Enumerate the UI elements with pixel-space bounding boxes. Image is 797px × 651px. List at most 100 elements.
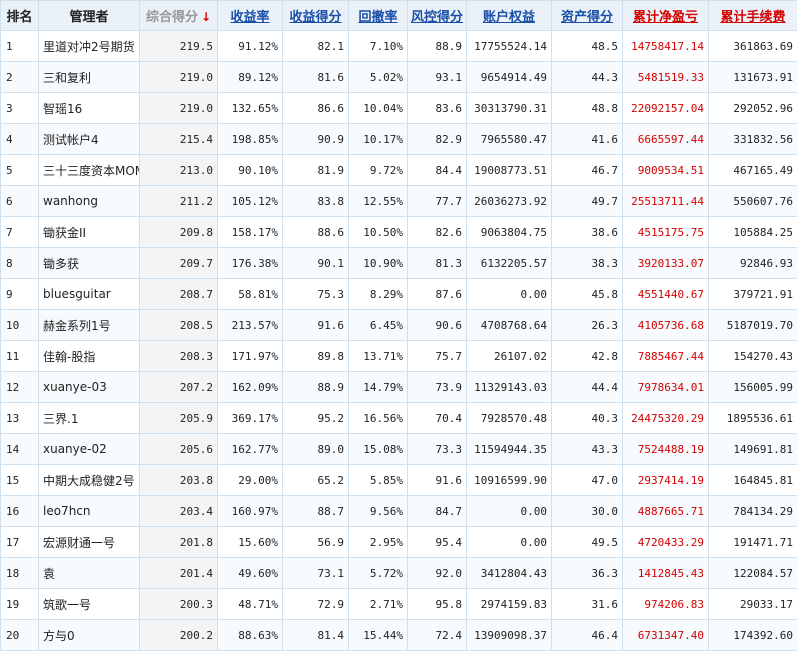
col-header-fees-label: 累计手续费 <box>720 10 785 25</box>
cell-drawdown: 15.44% <box>349 620 408 651</box>
cell-fees: 191471.71 <box>709 527 797 558</box>
cell-risk-score: 92.0 <box>408 558 467 589</box>
cell-net-pnl: 6731347.40 <box>623 620 709 651</box>
col-header-fees[interactable]: 累计手续费 <box>709 1 797 31</box>
cell-drawdown: 14.79% <box>349 372 408 403</box>
col-header-composite[interactable]: 综合得分↓ <box>140 1 218 31</box>
cell-equity: 10916599.90 <box>467 465 552 496</box>
col-header-equity[interactable]: 账户权益 <box>467 1 552 31</box>
col-header-return-score[interactable]: 收益得分 <box>283 1 349 31</box>
cell-fees: 361863.69 <box>709 31 797 62</box>
cell-manager[interactable]: 三十三度资本MOM <box>39 155 140 186</box>
cell-return-score: 81.6 <box>283 62 349 93</box>
cell-return-score: 83.8 <box>283 186 349 217</box>
cell-manager[interactable]: 锄获金II <box>39 217 140 248</box>
cell-asset-score: 42.8 <box>552 341 623 372</box>
cell-rank: 3 <box>1 93 39 124</box>
cell-equity: 7928570.48 <box>467 403 552 434</box>
cell-manager[interactable]: 里道对冲2号期货 <box>39 31 140 62</box>
cell-manager[interactable]: 锄多获 <box>39 248 140 279</box>
cell-equity: 3412804.43 <box>467 558 552 589</box>
col-header-asset-score[interactable]: 资产得分 <box>552 1 623 31</box>
cell-manager[interactable]: 袁 <box>39 558 140 589</box>
cell-drawdown: 8.29% <box>349 279 408 310</box>
cell-return-rate: 105.12% <box>218 186 283 217</box>
cell-risk-score: 95.4 <box>408 527 467 558</box>
cell-manager[interactable]: wanhong <box>39 186 140 217</box>
cell-equity: 11594944.35 <box>467 434 552 465</box>
cell-equity: 13909098.37 <box>467 620 552 651</box>
cell-fees: 149691.81 <box>709 434 797 465</box>
col-header-net-pnl[interactable]: 累计净盈亏 <box>623 1 709 31</box>
cell-drawdown: 10.17% <box>349 124 408 155</box>
cell-risk-score: 82.6 <box>408 217 467 248</box>
cell-asset-score: 30.0 <box>552 496 623 527</box>
cell-manager[interactable]: xuanye-02 <box>39 434 140 465</box>
cell-manager[interactable]: 赫金系列1号 <box>39 310 140 341</box>
cell-net-pnl: 24475320.29 <box>623 403 709 434</box>
cell-net-pnl: 2937414.19 <box>623 465 709 496</box>
col-header-return-rate[interactable]: 收益率 <box>218 1 283 31</box>
cell-manager[interactable]: 智瑶16 <box>39 93 140 124</box>
cell-drawdown: 10.04% <box>349 93 408 124</box>
cell-drawdown: 9.72% <box>349 155 408 186</box>
cell-rank: 2 <box>1 62 39 93</box>
cell-equity: 7965580.47 <box>467 124 552 155</box>
table-row: 18袁201.449.60%73.15.72%92.03412804.4336.… <box>1 558 797 589</box>
col-header-drawdown[interactable]: 回撤率 <box>349 1 408 31</box>
cell-fees: 467165.49 <box>709 155 797 186</box>
cell-rank: 12 <box>1 372 39 403</box>
cell-manager[interactable]: xuanye-03 <box>39 372 140 403</box>
cell-return-score: 56.9 <box>283 527 349 558</box>
cell-asset-score: 46.7 <box>552 155 623 186</box>
cell-asset-score: 31.6 <box>552 589 623 620</box>
cell-composite: 219.0 <box>140 93 218 124</box>
cell-composite: 208.3 <box>140 341 218 372</box>
cell-composite: 215.4 <box>140 124 218 155</box>
ranking-table: 排名 管理者 综合得分↓ 收益率 收益得分 回撤率 风控得分 账户权益 资产得分… <box>0 0 797 651</box>
cell-return-score: 90.1 <box>283 248 349 279</box>
cell-manager[interactable]: 佳翰-股指 <box>39 341 140 372</box>
cell-asset-score: 45.8 <box>552 279 623 310</box>
cell-manager[interactable]: bluesguitar <box>39 279 140 310</box>
cell-manager[interactable]: 宏源财通一号 <box>39 527 140 558</box>
cell-composite: 211.2 <box>140 186 218 217</box>
table-row: 5三十三度资本MOM213.090.10%81.99.72%84.4190087… <box>1 155 797 186</box>
table-row: 9bluesguitar208.758.81%75.38.29%87.60.00… <box>1 279 797 310</box>
cell-equity: 9654914.49 <box>467 62 552 93</box>
cell-return-rate: 160.97% <box>218 496 283 527</box>
cell-manager[interactable]: leo7hcn <box>39 496 140 527</box>
cell-manager[interactable]: 测试帐户4 <box>39 124 140 155</box>
cell-manager[interactable]: 筑歌一号 <box>39 589 140 620</box>
cell-manager[interactable]: 三和复利 <box>39 62 140 93</box>
col-header-asset-score-label: 资产得分 <box>561 10 613 25</box>
col-header-return-score-label: 收益得分 <box>289 10 341 25</box>
cell-return-score: 89.8 <box>283 341 349 372</box>
cell-manager[interactable]: 中期大成稳健2号 <box>39 465 140 496</box>
cell-asset-score: 44.4 <box>552 372 623 403</box>
cell-equity: 0.00 <box>467 527 552 558</box>
cell-fees: 174392.60 <box>709 620 797 651</box>
col-header-rank-label: 排名 <box>6 10 32 25</box>
cell-return-rate: 89.12% <box>218 62 283 93</box>
col-header-risk-score[interactable]: 风控得分 <box>408 1 467 31</box>
cell-manager[interactable]: 三界.1 <box>39 403 140 434</box>
table-row: 13三界.1205.9369.17%95.216.56%70.47928570.… <box>1 403 797 434</box>
cell-net-pnl: 4515175.75 <box>623 217 709 248</box>
cell-rank: 19 <box>1 589 39 620</box>
cell-fees: 1895536.61 <box>709 403 797 434</box>
col-header-return-rate-label: 收益率 <box>230 10 269 25</box>
cell-risk-score: 73.9 <box>408 372 467 403</box>
cell-manager[interactable]: 方与0 <box>39 620 140 651</box>
cell-net-pnl: 4551440.67 <box>623 279 709 310</box>
cell-composite: 207.2 <box>140 372 218 403</box>
cell-risk-score: 91.6 <box>408 465 467 496</box>
cell-equity: 6132205.57 <box>467 248 552 279</box>
cell-fees: 164845.81 <box>709 465 797 496</box>
cell-return-score: 88.9 <box>283 372 349 403</box>
cell-asset-score: 38.6 <box>552 217 623 248</box>
cell-composite: 201.4 <box>140 558 218 589</box>
cell-asset-score: 38.3 <box>552 248 623 279</box>
cell-fees: 29033.17 <box>709 589 797 620</box>
cell-risk-score: 77.7 <box>408 186 467 217</box>
